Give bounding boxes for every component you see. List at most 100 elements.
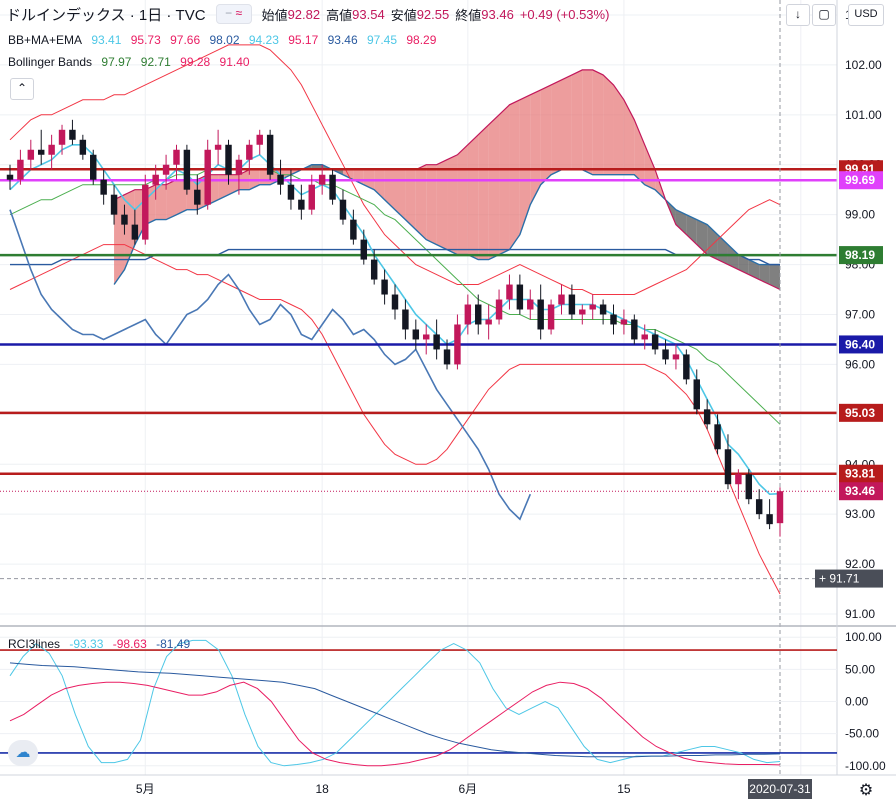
rci-legend: RCI3lines -93.33 -98.63 -81.49 [8,637,196,651]
candle-body [527,299,534,310]
bollinger-legend: Bollinger Bands 97.97 92.71 99.28 91.40 [8,55,256,69]
time-tick-label: 18 [315,782,329,796]
high-value: 93.54 [352,6,385,22]
time-tick-label: 6月 [458,782,477,796]
bbmaema-value: 98.02 [209,33,240,47]
candle-body [152,174,159,185]
candle-body [402,309,409,330]
ichimoku-cloud [457,144,468,255]
candle-body [318,174,326,185]
candle-body [579,309,586,315]
candle-body [121,214,128,225]
rci-tick-label: 50.00 [845,662,875,676]
candle-body [329,174,336,200]
candle-body [454,324,461,365]
candle-body [110,194,118,215]
candle-body [735,474,742,485]
candle-body [610,314,617,325]
ichimoku-cloud [478,124,489,260]
compare-toggle[interactable]: − ≈ [215,4,252,24]
ichimoku-cloud [166,179,177,220]
bollinger-value: 91.40 [219,55,250,69]
rci-tick-label: -100.00 [845,759,886,773]
currency-button[interactable]: USD [848,4,884,26]
candle-body [235,159,243,175]
ichimoku-cloud [561,74,572,170]
candle-body [589,304,596,310]
candle-body [745,474,753,500]
candle-body [703,409,711,425]
price-tick-label: 97.00 [845,307,875,321]
candle-body [79,139,87,155]
bollinger-name[interactable]: Bollinger Bands [8,55,92,69]
candle-body [37,149,45,155]
rci-name[interactable]: RCI3lines [8,637,60,651]
high-label: 高値 [326,7,353,23]
gear-icon[interactable]: ⚙ [859,780,873,799]
candle-body [6,174,14,180]
bbmaema-value: 95.73 [130,33,161,47]
rci-value: -81.49 [156,637,191,651]
price-level-label: 95.03 [845,406,875,420]
candle-body [475,304,482,325]
price-chart[interactable]: 91.0092.0093.0094.0095.0096.0097.0098.00… [0,0,896,802]
candle-body [433,334,440,350]
candle-body [100,179,107,195]
bbmaema-value: 93.41 [91,33,122,47]
candle-body [381,279,388,295]
candle-body [641,334,648,340]
candle-body [360,239,368,260]
rci-tick-label: -50.00 [845,727,879,741]
ichimoku-cloud [603,74,614,175]
bbmaema-legend: BB+MA+EMA 93.41 95.73 97.66 98.02 94.23 … [8,33,442,47]
fullscreen-icon[interactable]: ▢ [812,4,836,26]
price-tick-label: 99.00 [845,208,875,222]
candle-body [599,304,607,315]
candle-body [558,294,565,305]
last-price-label: 93.46 [845,484,875,498]
bbmaema-value: 97.66 [170,33,201,47]
candle-body [547,304,555,330]
candle-body [214,144,222,150]
tradingview-logo-icon[interactable]: ☁ [8,740,38,766]
price-tick-label: 91.00 [845,607,875,621]
current-date-label: 2020-07-31 [749,782,811,796]
bbmaema-value: 93.46 [327,33,358,47]
candle-body [339,199,347,220]
candle-body [266,134,274,175]
ichimoku-cloud [155,184,167,220]
candle-body [173,149,180,165]
symbol-title[interactable]: ドルインデックス · 1日 · TVC [6,4,206,25]
bbmaema-value: 94.23 [248,33,279,47]
chart-header: ドルインデックス · 1日 · TVC − ≈ 始値 92.82 高値 93.54 … [6,4,609,24]
price-level-label: 99.69 [845,173,875,187]
candle-body [194,189,201,205]
time-tick-label: 15 [617,782,631,796]
candle-body [620,319,628,325]
rci-series-line [9,639,781,767]
candle-body [204,149,211,205]
ichimoku-cloud [467,134,479,260]
rci-tick-label: 0.00 [845,695,869,709]
time-tick-label: 5月 [136,782,155,796]
rci-value: -93.33 [69,637,104,651]
candle-body [246,144,253,160]
price-level-label: 96.40 [845,337,875,351]
bbmaema-name[interactable]: BB+MA+EMA [8,33,82,47]
candle-body [485,319,492,325]
candle-body [631,319,638,340]
ichimoku-cloud [551,79,562,175]
candle-body [58,129,66,145]
chevron-up-icon[interactable]: ⌃ [10,78,34,100]
low-label: 安値 [390,7,417,23]
bbmaema-value: 97.45 [367,33,398,47]
candle-body [693,379,700,410]
candle-body [443,349,451,365]
candle-body [651,334,659,350]
down-arrow-icon[interactable]: ↓ [786,4,810,26]
candle-body [225,144,232,175]
candle-body [672,354,680,360]
change-value: +0.49 (+0.53%) [519,6,610,22]
ichimoku-cloud [384,169,395,210]
candle-body [350,219,357,240]
